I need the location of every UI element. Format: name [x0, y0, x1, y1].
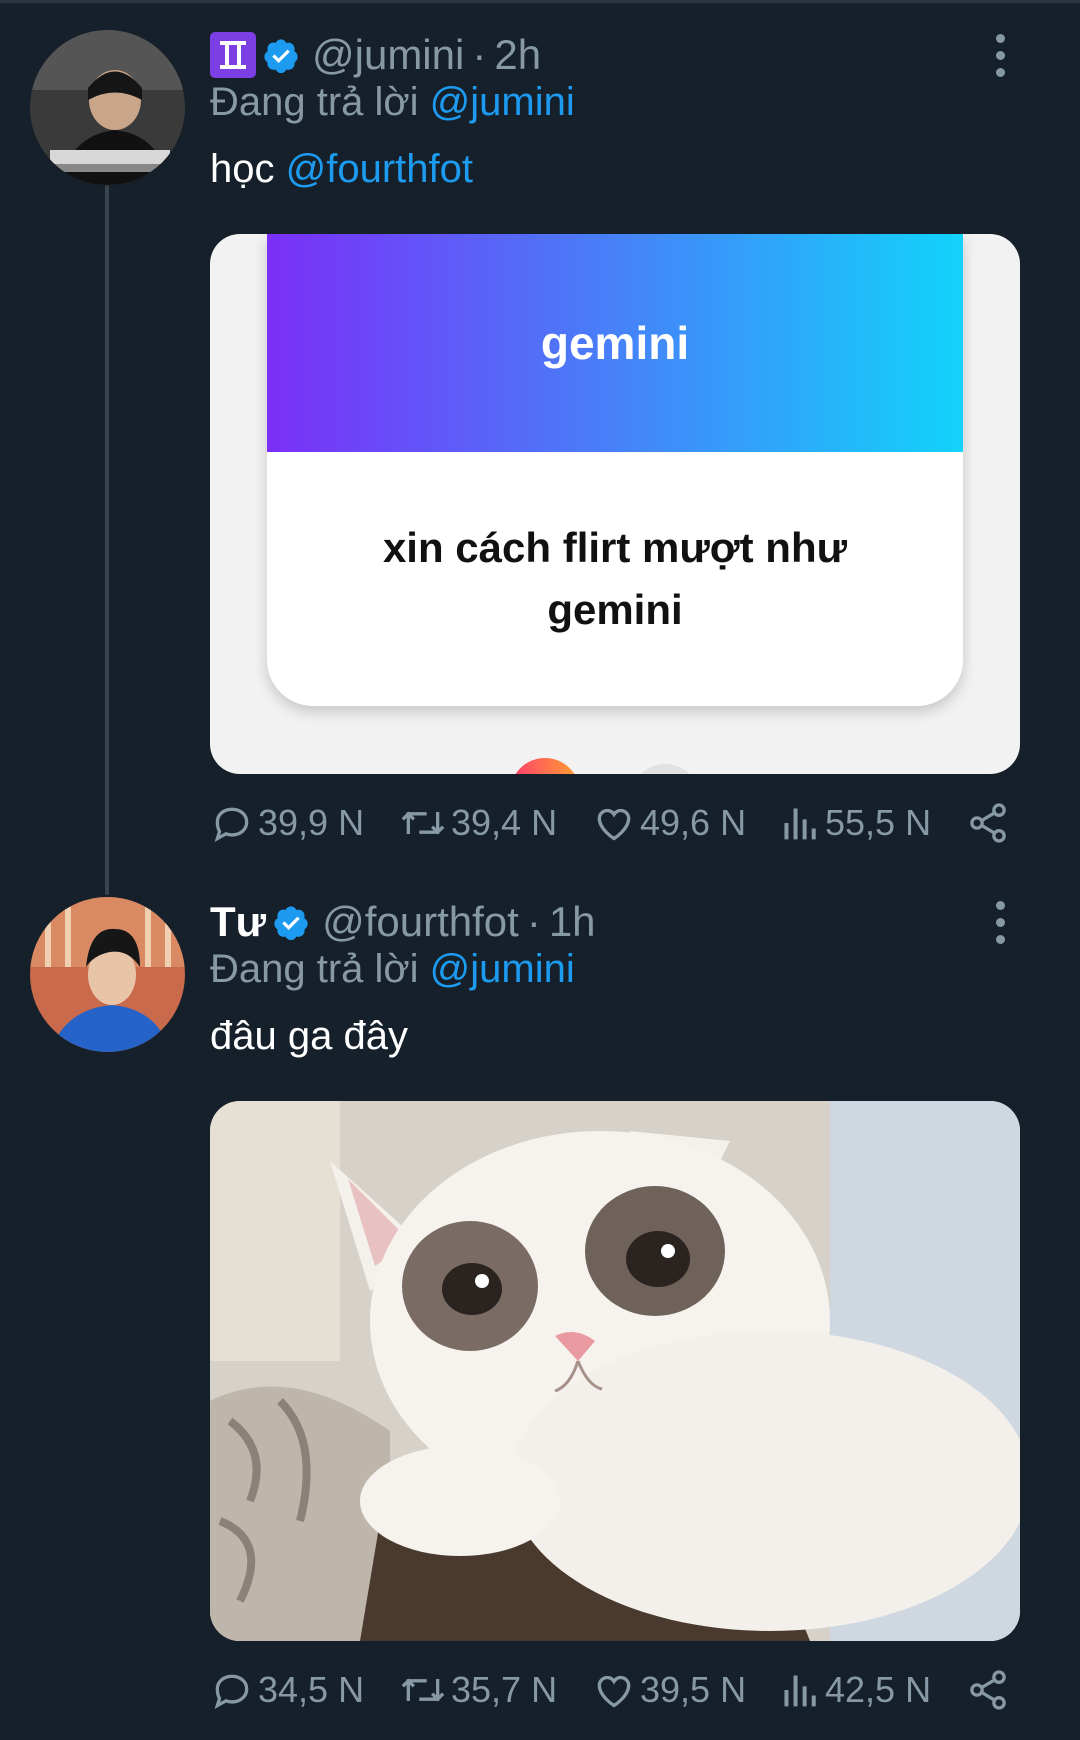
- more-vertical-icon[interactable]: [980, 30, 1020, 80]
- verified-badge-icon: [272, 903, 310, 941]
- replying-to: Đang trả lời @jumini: [210, 945, 1020, 993]
- reply-mention-link[interactable]: @jumini: [430, 947, 575, 991]
- tweet-text-plain: đâu ga đây: [210, 1014, 408, 1058]
- views-button[interactable]: 55,5 N: [781, 801, 931, 845]
- reply-bubble-icon: [214, 1674, 249, 1710]
- timestamp[interactable]: 1h: [549, 897, 596, 947]
- share-icon: [970, 1670, 1006, 1710]
- gemini-emoji-icon: [210, 32, 256, 78]
- question-card: gemini xin cách flirt mượt như gemini: [267, 234, 963, 706]
- partial-grey-circle: [630, 764, 700, 774]
- tweet-media-image[interactable]: gemini xin cách flirt mượt như gemini: [210, 234, 1020, 774]
- separator-dot: ·: [472, 31, 487, 78]
- tweet-actions: 34,5 N 35,7 N 39,5 N 42,5 N: [210, 1660, 1010, 1720]
- reply-button[interactable]: 39,9 N: [210, 801, 364, 845]
- avatar-jumini[interactable]: [30, 30, 185, 185]
- tweet-mention-link[interactable]: @fourthfot: [286, 147, 473, 191]
- retweet-button[interactable]: 39,4 N: [399, 801, 557, 845]
- display-name[interactable]: Tư: [210, 897, 266, 947]
- views-bars-icon: [784, 808, 816, 840]
- tweet-header: Tư @fourthfot · 1h: [210, 897, 1020, 947]
- partial-gradient-circle: [510, 758, 580, 774]
- views-bars-icon: [784, 1675, 816, 1707]
- top-divider: [0, 0, 1080, 3]
- verified-badge-icon: [262, 36, 300, 74]
- more-vertical-icon[interactable]: [980, 897, 1020, 947]
- retweet-icon: [401, 811, 445, 835]
- handle[interactable]: @jumini: [312, 30, 464, 80]
- handle[interactable]: @fourthfot: [322, 897, 519, 947]
- reply-button[interactable]: 34,5 N: [210, 1668, 364, 1712]
- tweet-content: @jumini · 2h Đang trả lời @jumini học @f…: [210, 30, 1020, 194]
- retweet-button[interactable]: 35,7 N: [399, 1668, 557, 1712]
- share-button[interactable]: [966, 801, 1010, 845]
- question-text: xin cách flirt mượt như gemini: [382, 524, 848, 633]
- like-button[interactable]: 49,6 N: [592, 801, 746, 845]
- reply-bubble-icon: [214, 807, 249, 843]
- share-button[interactable]: [966, 1668, 1010, 1712]
- views-count: 42,5 N: [825, 1669, 932, 1710]
- tweet-text: đâu ga đây: [210, 1011, 1020, 1061]
- question-card-body: xin cách flirt mượt như gemini: [267, 452, 963, 706]
- tweet-text: học @fourthfot: [210, 144, 1020, 194]
- tweet-media-image[interactable]: [210, 1101, 1020, 1641]
- question-card-title: gemini: [540, 317, 690, 369]
- tweet-header: @jumini · 2h: [210, 30, 1020, 80]
- heart-icon: [597, 808, 631, 841]
- reply-prefix: Đang trả lời: [210, 947, 419, 991]
- reply-count: 34,5 N: [258, 1669, 365, 1710]
- separator-dot: ·: [526, 898, 541, 945]
- share-icon: [970, 803, 1006, 843]
- tweet-text-plain: học: [210, 147, 275, 191]
- tweet-content: Tư @fourthfot · 1h Đang trả lời @jumini …: [210, 897, 1020, 1061]
- heart-icon: [597, 1675, 631, 1708]
- avatar-fourthfot[interactable]: [30, 897, 185, 1052]
- tweet-actions: 39,9 N 39,4 N 49,6 N 55,5 N: [210, 793, 1010, 853]
- reply-mention-link[interactable]: @jumini: [430, 80, 575, 124]
- like-button[interactable]: 39,5 N: [592, 1668, 746, 1712]
- timestamp[interactable]: 2h: [494, 30, 541, 80]
- like-count: 49,6 N: [640, 802, 747, 843]
- retweet-count: 39,4 N: [451, 802, 558, 843]
- replying-to: Đang trả lời @jumini: [210, 78, 1020, 126]
- views-count: 55,5 N: [825, 802, 932, 843]
- cat-photo: [210, 1101, 1020, 1641]
- thread-connector-line: [105, 185, 109, 895]
- retweet-count: 35,7 N: [451, 1669, 558, 1710]
- reply-count: 39,9 N: [258, 802, 365, 843]
- question-card-header: gemini: [267, 234, 963, 452]
- like-count: 39,5 N: [640, 1669, 747, 1710]
- views-button[interactable]: 42,5 N: [781, 1668, 931, 1712]
- reply-prefix: Đang trả lời: [210, 80, 419, 124]
- retweet-icon: [401, 1678, 445, 1702]
